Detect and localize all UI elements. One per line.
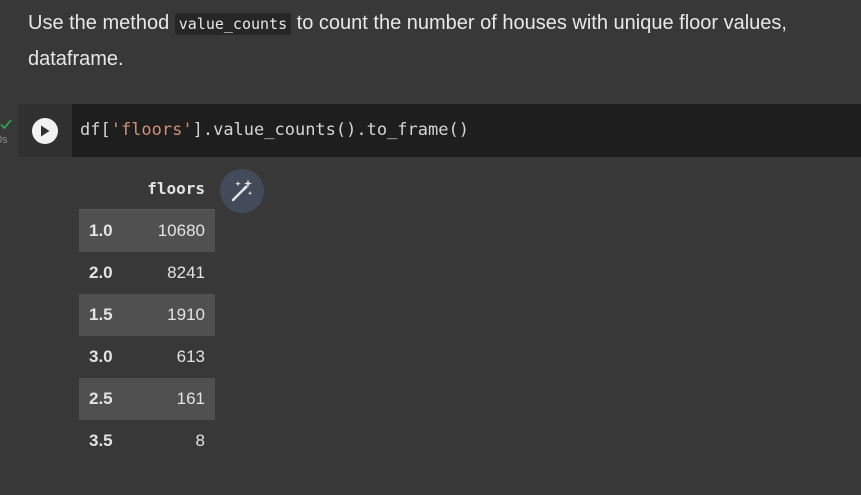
code-prefix: df[ — [80, 120, 111, 140]
code-editor[interactable]: df['floors'].value_counts().to_frame() — [72, 104, 861, 157]
row-value: 10680 — [157, 221, 205, 240]
row-index: 1.0 — [89, 221, 113, 240]
markdown-text-before: Use the method — [28, 12, 175, 34]
table-row: 1.0 10680 — [79, 209, 215, 252]
table-row: 2.5 161 — [79, 378, 215, 420]
table-header-row: floors — [79, 167, 215, 210]
suggest-chart-button[interactable] — [220, 169, 264, 213]
table-row: 2.0 8241 — [79, 252, 215, 294]
cell-output: floors 1.0 10680 2.0 8241 1.5 1910 3.0 6… — [18, 157, 861, 478]
code-string: 'floors' — [110, 120, 193, 140]
row-index: 2.5 — [89, 389, 113, 408]
table-row: 1.5 1910 — [79, 294, 215, 336]
row-value: 161 — [176, 389, 205, 408]
inline-code: value_counts — [174, 13, 292, 35]
column-header: floors — [134, 167, 215, 210]
table-row: 3.0 613 — [79, 336, 215, 378]
markdown-cell: Use the method value_counts to count the… — [28, 6, 861, 77]
markdown-text-after: to count the number of houses with uniqu… — [291, 12, 787, 34]
index-header — [79, 167, 134, 210]
execution-time: 0s — [0, 134, 8, 146]
code-cell: df['floors'].value_counts().to_frame() f… — [18, 104, 861, 478]
run-cell-button[interactable] — [32, 118, 58, 144]
magic-wand-icon — [231, 179, 253, 202]
markdown-line-1: Use the method value_counts to count the… — [28, 6, 861, 42]
notebook-page: Use the method value_counts to count the… — [0, 0, 861, 495]
play-icon — [41, 125, 50, 137]
dataframe-table: floors 1.0 10680 2.0 8241 1.5 1910 3.0 6… — [79, 167, 215, 462]
row-value: 1910 — [167, 305, 205, 324]
row-index: 2.0 — [89, 263, 113, 282]
check-icon — [0, 119, 12, 130]
table-row: 3.5 8 — [79, 420, 215, 462]
cell-status: 0s — [0, 118, 16, 158]
row-index: 1.5 — [89, 305, 113, 324]
row-value: 8241 — [167, 263, 205, 282]
code-suffix: ].value_counts().to_frame() — [192, 120, 469, 140]
row-value: 8 — [195, 431, 205, 450]
row-value: 613 — [176, 347, 205, 366]
row-index: 3.0 — [89, 347, 113, 366]
row-index: 3.5 — [89, 431, 113, 450]
markdown-line-2: dataframe. — [28, 48, 124, 70]
